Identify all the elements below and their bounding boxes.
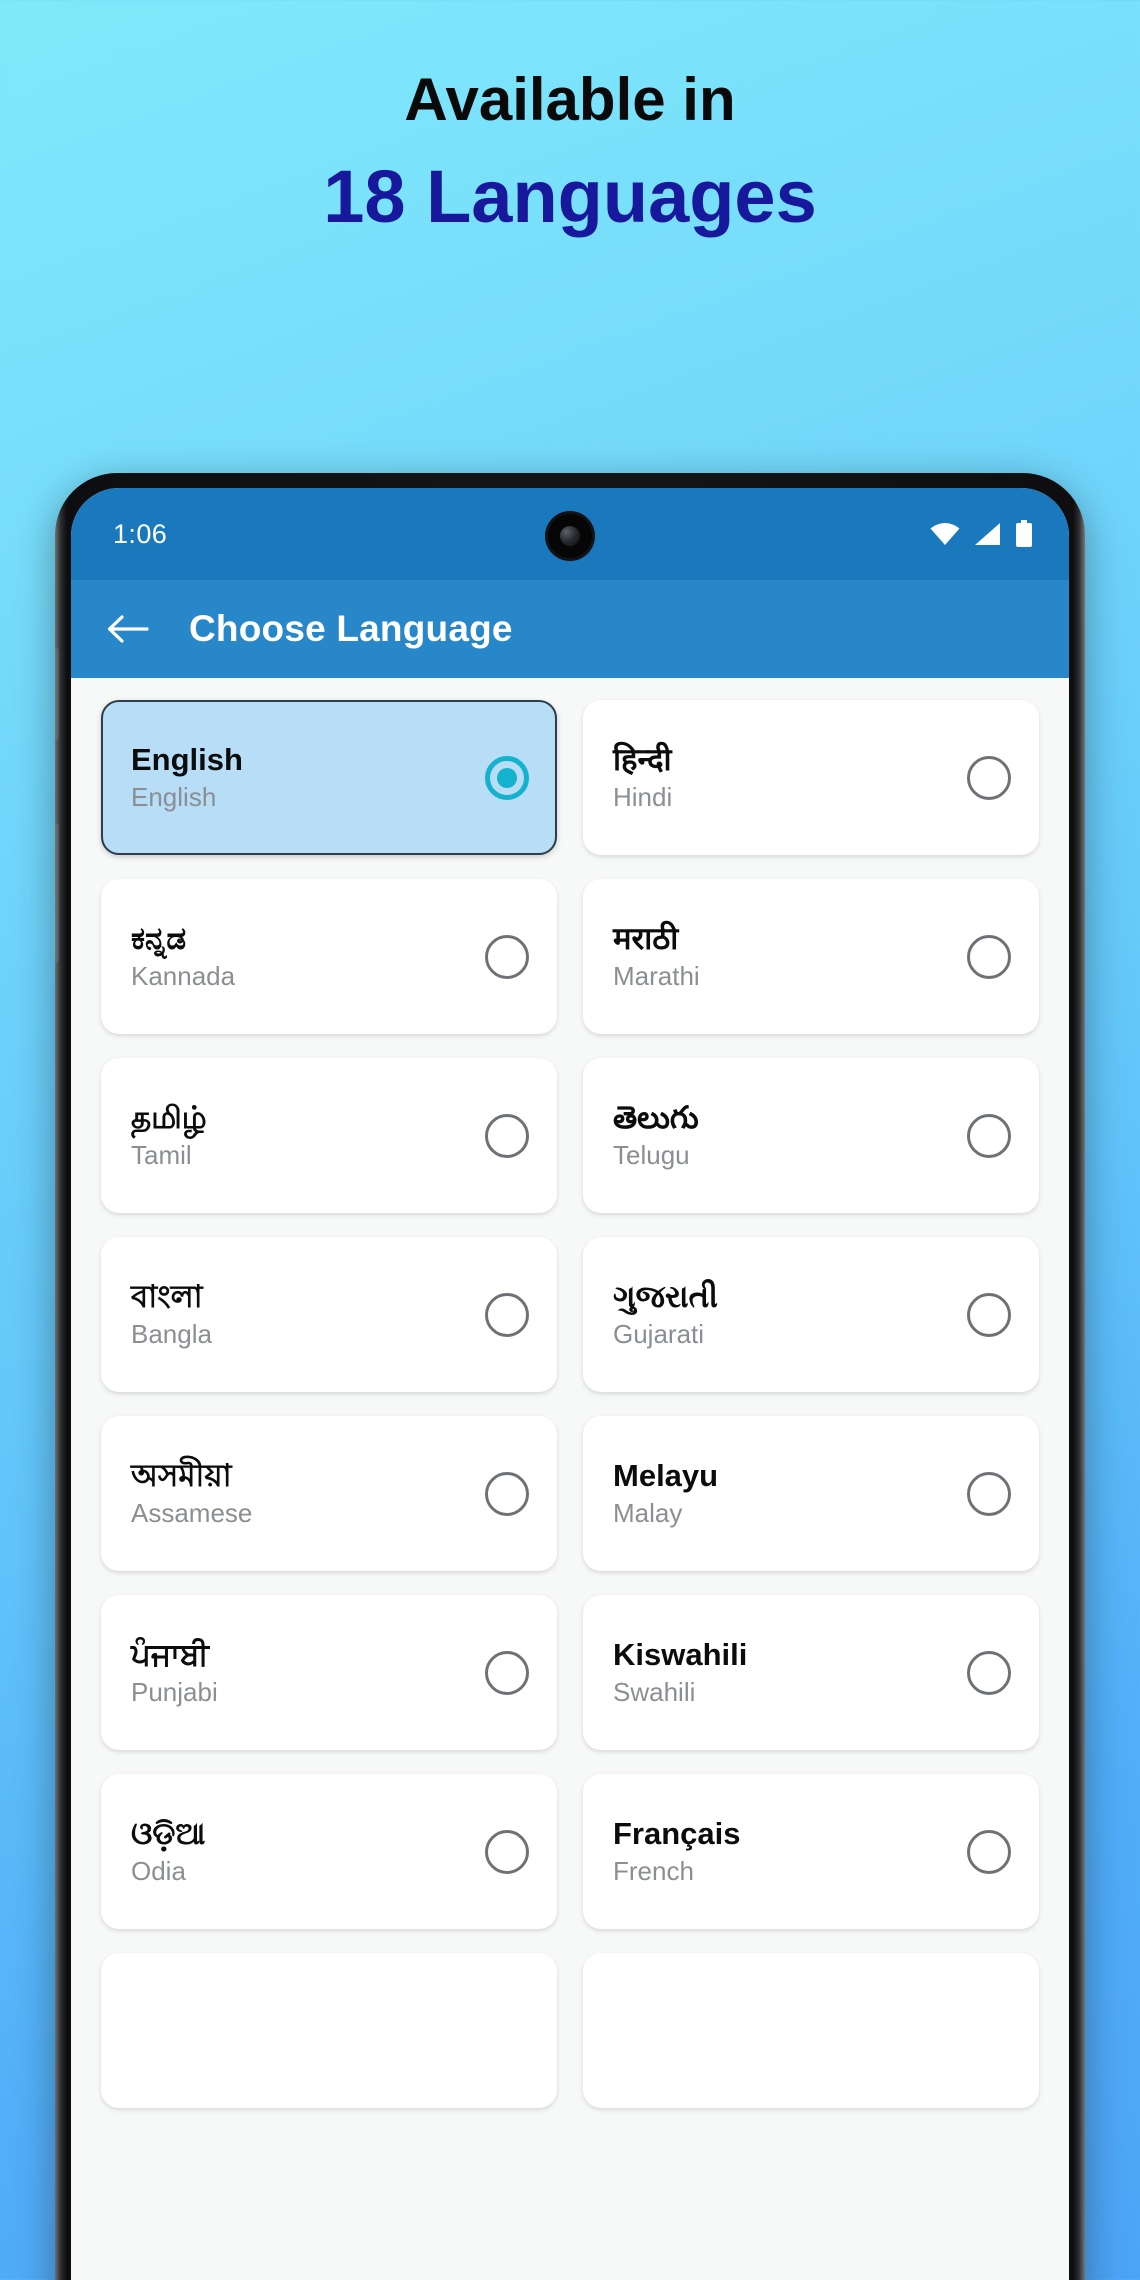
language-native-name: தமிழ்	[131, 1099, 207, 1135]
language-card-tamil[interactable]: தமிழ் Tamil	[101, 1058, 557, 1213]
language-english-name: Bangla	[131, 1319, 212, 1350]
language-native-name: ಕನ್ನಡ	[131, 920, 187, 956]
language-radio[interactable]	[967, 1471, 1011, 1516]
language-native-name: ਪੰਜਾਬੀ	[131, 1636, 209, 1672]
promo-line-languages: 18 Languages	[323, 155, 817, 238]
language-card-labels: অসমীয়া Assamese	[131, 1457, 253, 1529]
language-card-labels: ಕನ್ನಡ Kannada	[131, 920, 236, 992]
language-card-labels: Français French	[613, 1815, 741, 1887]
language-english-name: English	[131, 782, 217, 813]
language-radio[interactable]	[967, 934, 1011, 979]
language-card-bangla[interactable]: বাংলা Bangla	[101, 1237, 557, 1392]
language-native-name: Kiswahili	[613, 1636, 748, 1672]
language-radio[interactable]	[485, 934, 529, 979]
language-native-name: ગુજરાતી	[613, 1278, 718, 1314]
language-radio[interactable]	[485, 1650, 529, 1695]
language-english-name: Swahili	[613, 1677, 696, 1708]
language-radio[interactable]	[485, 1829, 529, 1874]
language-card-labels: বাংলা Bangla	[131, 1278, 212, 1350]
language-card-labels: मराठी Marathi	[613, 920, 700, 992]
language-card-english[interactable]: English English	[101, 700, 557, 855]
language-native-name: অসমীয়া	[131, 1457, 232, 1493]
language-native-name: English	[131, 741, 243, 777]
language-native-name: Français	[613, 1815, 741, 1851]
language-card-labels: ਪੰਜਾਬੀ Punjabi	[131, 1636, 218, 1708]
language-english-name: Punjabi	[131, 1677, 218, 1708]
language-english-name: Odia	[131, 1856, 186, 1887]
language-card-partial-left[interactable]	[101, 1953, 557, 2108]
language-list-scroll-area[interactable]: English English हिन्दी Hindi ಕನ್ನಡ Kanna…	[71, 678, 1069, 2280]
language-card-labels: தமிழ் Tamil	[131, 1099, 207, 1171]
language-native-name: Melayu	[613, 1457, 719, 1493]
language-card-marathi[interactable]: मराठी Marathi	[583, 879, 1039, 1034]
language-card-labels: ગુજરાતી Gujarati	[613, 1278, 718, 1350]
language-card-gujarati[interactable]: ગુજરાતી Gujarati	[583, 1237, 1039, 1392]
battery-icon	[1015, 520, 1033, 548]
language-card-labels: తెలుగు Telugu	[613, 1099, 699, 1171]
status-time: 1:06	[113, 518, 168, 549]
status-bar: 1:06	[71, 488, 1069, 580]
language-radio[interactable]	[485, 1292, 529, 1337]
promo-header: Available in 18 Languages	[0, 0, 1140, 234]
language-grid: English English हिन्दी Hindi ಕನ್ನಡ Kanna…	[101, 700, 1039, 2108]
language-english-name: Gujarati	[613, 1319, 705, 1350]
language-native-name: मराठी	[613, 920, 679, 956]
punch-hole-camera-icon	[548, 514, 592, 558]
language-card-telugu[interactable]: తెలుగు Telugu	[583, 1058, 1039, 1213]
language-english-name: Marathi	[613, 961, 700, 992]
language-card-labels: हिन्दी Hindi	[613, 741, 673, 813]
language-card-kannada[interactable]: ಕನ್ನಡ Kannada	[101, 879, 557, 1034]
language-english-name: Kannada	[131, 961, 236, 992]
language-card-assamese[interactable]: অসমীয়া Assamese	[101, 1416, 557, 1571]
language-english-name: Assamese	[131, 1498, 253, 1529]
language-card-hindi[interactable]: हिन्दी Hindi	[583, 700, 1039, 855]
phone-side-button-volume[interactable]	[55, 648, 59, 740]
phone-mockup: 1:06 Choose Language English English हिन…	[55, 473, 1085, 2280]
language-radio-selected[interactable]	[485, 755, 529, 800]
language-native-name: ଓଡ଼ିଆ	[131, 1815, 206, 1851]
language-native-name: తెలుగు	[613, 1099, 699, 1135]
language-radio[interactable]	[967, 755, 1011, 800]
language-card-partial-right[interactable]	[583, 1953, 1039, 2108]
language-card-malay[interactable]: Melayu Malay	[583, 1416, 1039, 1571]
wifi-icon	[930, 523, 960, 545]
page-title: Choose Language	[189, 608, 513, 649]
language-english-name: Hindi	[613, 782, 673, 813]
language-card-french[interactable]: Français French	[583, 1774, 1039, 1929]
language-radio[interactable]	[967, 1650, 1011, 1695]
app-bar: Choose Language	[71, 580, 1069, 678]
language-card-swahili[interactable]: Kiswahili Swahili	[583, 1595, 1039, 1750]
language-card-labels: English English	[131, 741, 243, 813]
language-radio[interactable]	[967, 1292, 1011, 1337]
language-english-name: Telugu	[613, 1140, 690, 1171]
status-icons	[930, 520, 1033, 548]
language-native-name: বাংলা	[131, 1278, 203, 1314]
language-card-labels: ଓଡ଼ିଆ Odia	[131, 1815, 206, 1887]
language-radio[interactable]	[485, 1113, 529, 1158]
language-card-odia[interactable]: ଓଡ଼ିଆ Odia	[101, 1774, 557, 1929]
language-card-labels: Melayu Malay	[613, 1457, 719, 1529]
language-card-labels: Kiswahili Swahili	[613, 1636, 748, 1708]
phone-screen: 1:06 Choose Language English English हिन…	[71, 488, 1069, 2280]
signal-icon	[974, 522, 1001, 546]
promo-line-available: Available in	[404, 66, 736, 133]
back-arrow-icon[interactable]	[107, 611, 149, 647]
phone-side-button-power[interactable]	[55, 823, 59, 963]
language-radio[interactable]	[967, 1829, 1011, 1874]
language-native-name: हिन्दी	[613, 741, 672, 777]
language-radio[interactable]	[485, 1471, 529, 1516]
language-english-name: Malay	[613, 1498, 683, 1529]
language-radio[interactable]	[967, 1113, 1011, 1158]
language-english-name: French	[613, 1856, 694, 1887]
language-english-name: Tamil	[131, 1140, 192, 1171]
language-card-punjabi[interactable]: ਪੰਜਾਬੀ Punjabi	[101, 1595, 557, 1750]
